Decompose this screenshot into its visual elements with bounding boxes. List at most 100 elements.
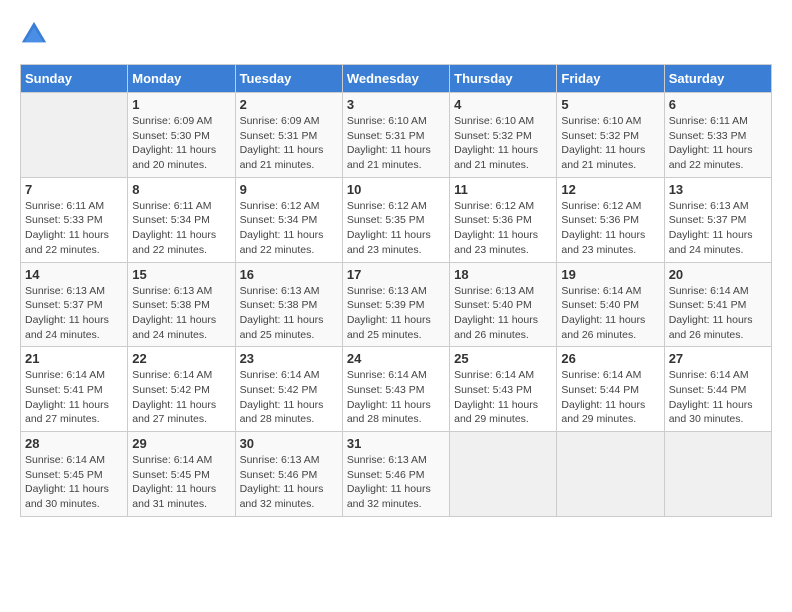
day-detail: Sunrise: 6:14 AMSunset: 5:43 PMDaylight:… xyxy=(347,368,445,427)
day-number: 27 xyxy=(669,351,767,366)
calendar-cell: 31 Sunrise: 6:13 AMSunset: 5:46 PMDayligh… xyxy=(342,432,449,517)
day-detail: Sunrise: 6:14 AMSunset: 5:41 PMDaylight:… xyxy=(25,368,123,427)
day-detail: Sunrise: 6:13 AMSunset: 5:46 PMDaylight:… xyxy=(347,453,445,512)
day-number: 31 xyxy=(347,436,445,451)
calendar-header-row: SundayMondayTuesdayWednesdayThursdayFrid… xyxy=(21,65,772,93)
day-number: 3 xyxy=(347,97,445,112)
day-number: 16 xyxy=(240,267,338,282)
calendar-cell xyxy=(664,432,771,517)
day-number: 10 xyxy=(347,182,445,197)
day-detail: Sunrise: 6:14 AMSunset: 5:41 PMDaylight:… xyxy=(669,284,767,343)
day-detail: Sunrise: 6:10 AMSunset: 5:32 PMDaylight:… xyxy=(561,114,659,173)
day-number: 7 xyxy=(25,182,123,197)
day-detail: Sunrise: 6:10 AMSunset: 5:31 PMDaylight:… xyxy=(347,114,445,173)
logo-icon xyxy=(20,20,48,48)
calendar-cell: 8Sunrise: 6:11 AMSunset: 5:34 PMDaylight… xyxy=(128,177,235,262)
calendar-cell: 30 Sunrise: 6:13 AMSunset: 5:46 PMDayligh… xyxy=(235,432,342,517)
calendar-cell: 6Sunrise: 6:11 AMSunset: 5:33 PMDaylight… xyxy=(664,93,771,178)
calendar-cell: 3 Sunrise: 6:10 AMSunset: 5:31 PMDaylight… xyxy=(342,93,449,178)
day-detail: Sunrise: 6:14 AMSunset: 5:45 PMDaylight:… xyxy=(132,453,230,512)
day-detail: Sunrise: 6:14 AMSunset: 5:40 PMDaylight:… xyxy=(561,284,659,343)
calendar-cell: 14 Sunrise: 6:13 AMSunset: 5:37 PMDayligh… xyxy=(21,262,128,347)
calendar-cell: 17 Sunrise: 6:13 AMSunset: 5:39 PMDayligh… xyxy=(342,262,449,347)
day-number: 21 xyxy=(25,351,123,366)
calendar-cell: 18 Sunrise: 6:13 AMSunset: 5:40 PMDayligh… xyxy=(450,262,557,347)
day-number: 13 xyxy=(669,182,767,197)
day-detail: Sunrise: 6:14 AMSunset: 5:44 PMDaylight:… xyxy=(561,368,659,427)
day-number: 2 xyxy=(240,97,338,112)
day-detail: Sunrise: 6:12 AMSunset: 5:36 PMDaylight:… xyxy=(561,199,659,258)
day-number: 5 xyxy=(561,97,659,112)
calendar-cell: 13 Sunrise: 6:13 AMSunset: 5:37 PMDayligh… xyxy=(664,177,771,262)
calendar-cell: 15 Sunrise: 6:13 AMSunset: 5:38 PMDayligh… xyxy=(128,262,235,347)
day-number: 1 xyxy=(132,97,230,112)
calendar-week-row: 28 Sunrise: 6:14 AMSunset: 5:45 PMDayligh… xyxy=(21,432,772,517)
day-number: 30 xyxy=(240,436,338,451)
weekday-header: Friday xyxy=(557,65,664,93)
day-detail: Sunrise: 6:13 AMSunset: 5:39 PMDaylight:… xyxy=(347,284,445,343)
calendar-cell: 9Sunrise: 6:12 AMSunset: 5:34 PMDaylight… xyxy=(235,177,342,262)
calendar-cell: 4 Sunrise: 6:10 AMSunset: 5:32 PMDaylight… xyxy=(450,93,557,178)
day-detail: Sunrise: 6:13 AMSunset: 5:40 PMDaylight:… xyxy=(454,284,552,343)
day-detail: Sunrise: 6:09 AMSunset: 5:31 PMDaylight:… xyxy=(240,114,338,173)
day-detail: Sunrise: 6:13 AMSunset: 5:38 PMDaylight:… xyxy=(132,284,230,343)
day-number: 17 xyxy=(347,267,445,282)
day-detail: Sunrise: 6:14 AMSunset: 5:44 PMDaylight:… xyxy=(669,368,767,427)
day-detail: Sunrise: 6:14 AMSunset: 5:42 PMDaylight:… xyxy=(132,368,230,427)
calendar-cell: 7 Sunrise: 6:11 AMSunset: 5:33 PMDaylight… xyxy=(21,177,128,262)
day-number: 22 xyxy=(132,351,230,366)
calendar-cell: 27 Sunrise: 6:14 AMSunset: 5:44 PMDayligh… xyxy=(664,347,771,432)
calendar-cell: 21 Sunrise: 6:14 AMSunset: 5:41 PMDayligh… xyxy=(21,347,128,432)
day-detail: Sunrise: 6:13 AMSunset: 5:37 PMDaylight:… xyxy=(25,284,123,343)
day-detail: Sunrise: 6:14 AMSunset: 5:42 PMDaylight:… xyxy=(240,368,338,427)
day-detail: Sunrise: 6:10 AMSunset: 5:32 PMDaylight:… xyxy=(454,114,552,173)
weekday-header: Thursday xyxy=(450,65,557,93)
calendar-cell xyxy=(450,432,557,517)
logo xyxy=(20,20,52,48)
day-number: 25 xyxy=(454,351,552,366)
day-number: 8 xyxy=(132,182,230,197)
day-number: 18 xyxy=(454,267,552,282)
day-number: 26 xyxy=(561,351,659,366)
calendar-cell: 28 Sunrise: 6:14 AMSunset: 5:45 PMDayligh… xyxy=(21,432,128,517)
calendar-week-row: 7 Sunrise: 6:11 AMSunset: 5:33 PMDaylight… xyxy=(21,177,772,262)
day-detail: Sunrise: 6:13 AMSunset: 5:38 PMDaylight:… xyxy=(240,284,338,343)
day-detail: Sunrise: 6:12 AMSunset: 5:35 PMDaylight:… xyxy=(347,199,445,258)
day-number: 28 xyxy=(25,436,123,451)
day-number: 11 xyxy=(454,182,552,197)
day-number: 12 xyxy=(561,182,659,197)
calendar-cell: 10 Sunrise: 6:12 AMSunset: 5:35 PMDayligh… xyxy=(342,177,449,262)
day-number: 23 xyxy=(240,351,338,366)
calendar-cell: 25Sunrise: 6:14 AMSunset: 5:43 PMDayligh… xyxy=(450,347,557,432)
page-header xyxy=(20,20,772,48)
weekday-header: Saturday xyxy=(664,65,771,93)
calendar-cell: 20Sunrise: 6:14 AMSunset: 5:41 PMDayligh… xyxy=(664,262,771,347)
day-number: 14 xyxy=(25,267,123,282)
weekday-header: Sunday xyxy=(21,65,128,93)
day-detail: Sunrise: 6:11 AMSunset: 5:33 PMDaylight:… xyxy=(25,199,123,258)
day-detail: Sunrise: 6:14 AMSunset: 5:45 PMDaylight:… xyxy=(25,453,123,512)
calendar-cell xyxy=(21,93,128,178)
calendar-week-row: 14 Sunrise: 6:13 AMSunset: 5:37 PMDayligh… xyxy=(21,262,772,347)
calendar-cell: 23 Sunrise: 6:14 AMSunset: 5:42 PMDayligh… xyxy=(235,347,342,432)
calendar-cell: 11Sunrise: 6:12 AMSunset: 5:36 PMDayligh… xyxy=(450,177,557,262)
day-number: 4 xyxy=(454,97,552,112)
calendar-cell: 2 Sunrise: 6:09 AMSunset: 5:31 PMDaylight… xyxy=(235,93,342,178)
calendar-cell: 16 Sunrise: 6:13 AMSunset: 5:38 PMDayligh… xyxy=(235,262,342,347)
day-detail: Sunrise: 6:13 AMSunset: 5:46 PMDaylight:… xyxy=(240,453,338,512)
day-number: 19 xyxy=(561,267,659,282)
weekday-header: Wednesday xyxy=(342,65,449,93)
calendar-cell: 24Sunrise: 6:14 AMSunset: 5:43 PMDayligh… xyxy=(342,347,449,432)
day-number: 15 xyxy=(132,267,230,282)
weekday-header: Monday xyxy=(128,65,235,93)
day-detail: Sunrise: 6:11 AMSunset: 5:33 PMDaylight:… xyxy=(669,114,767,173)
calendar-cell: 29 Sunrise: 6:14 AMSunset: 5:45 PMDayligh… xyxy=(128,432,235,517)
day-number: 29 xyxy=(132,436,230,451)
calendar-cell: 1Sunrise: 6:09 AMSunset: 5:30 PMDaylight… xyxy=(128,93,235,178)
day-detail: Sunrise: 6:13 AMSunset: 5:37 PMDaylight:… xyxy=(669,199,767,258)
day-detail: Sunrise: 6:12 AMSunset: 5:34 PMDaylight:… xyxy=(240,199,338,258)
calendar-cell: 22 Sunrise: 6:14 AMSunset: 5:42 PMDayligh… xyxy=(128,347,235,432)
weekday-header: Tuesday xyxy=(235,65,342,93)
calendar-week-row: 21 Sunrise: 6:14 AMSunset: 5:41 PMDayligh… xyxy=(21,347,772,432)
calendar-cell: 19 Sunrise: 6:14 AMSunset: 5:40 PMDayligh… xyxy=(557,262,664,347)
